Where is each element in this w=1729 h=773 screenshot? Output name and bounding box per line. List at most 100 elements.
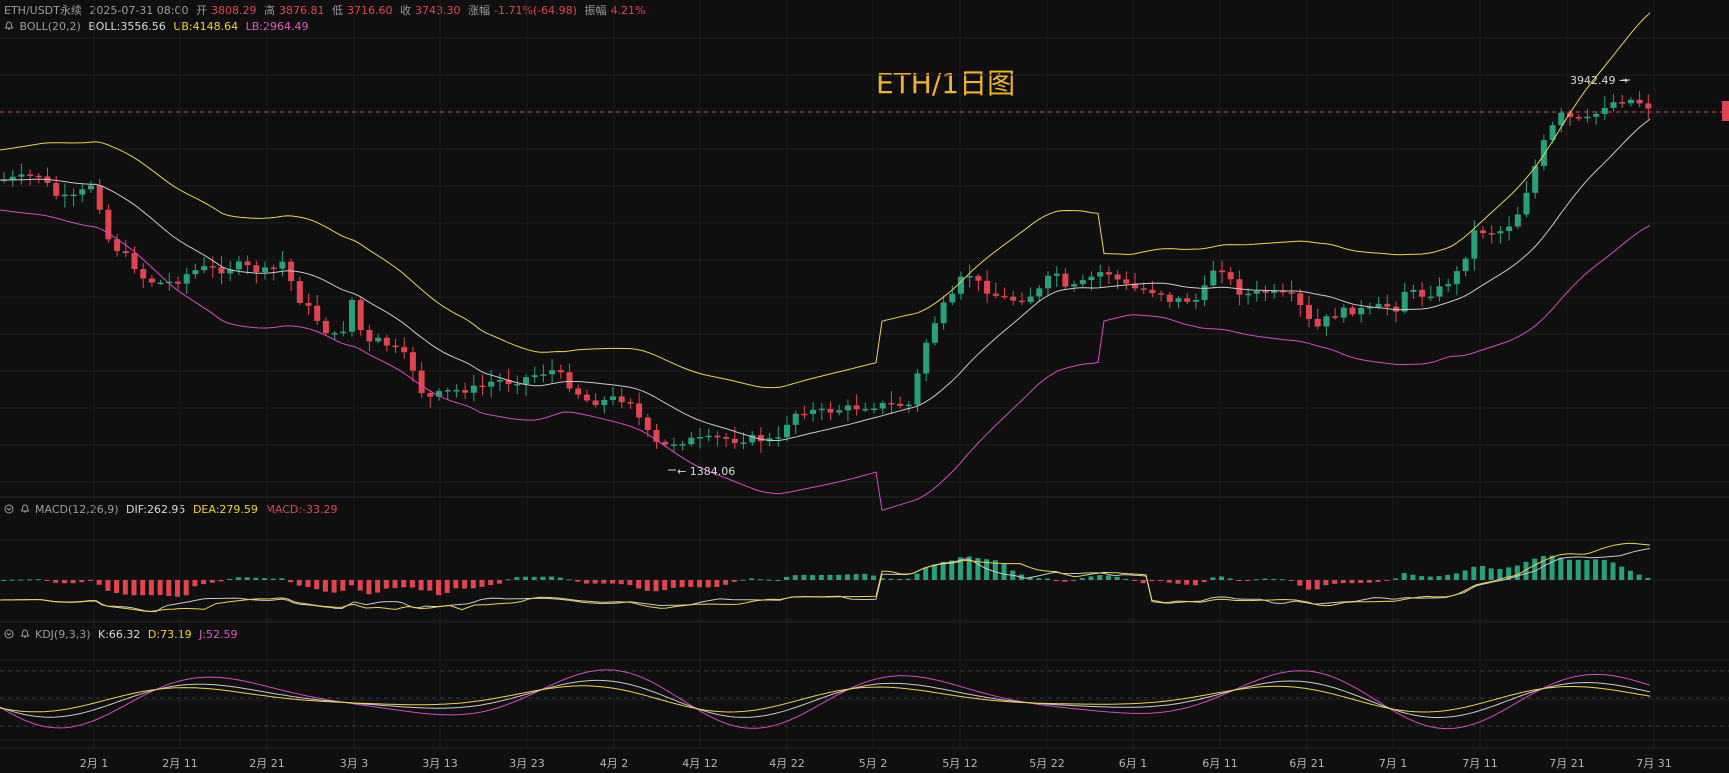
candle-body [1262,291,1269,293]
candle-body [244,261,251,266]
candle-body [1097,272,1104,277]
candle-body [462,389,469,393]
candle-body [366,330,373,342]
macd-bar [1488,568,1494,580]
candle-body [931,323,938,343]
macd-bar [235,577,241,580]
macd-bar [496,580,502,584]
macd-bar [1462,570,1468,580]
macd-bar [131,580,137,596]
candle-body [1088,276,1095,281]
candle-body [70,194,77,197]
candle-body [1506,226,1513,232]
candle-body [1018,300,1025,303]
chart-plot[interactable] [0,0,1729,773]
macd-bar [436,580,441,596]
macd-bar [566,579,572,581]
macd-bar [1636,574,1642,580]
candle-body [549,370,556,375]
candle-body [1253,291,1260,294]
candle-body [444,390,451,392]
kdj-d-line [0,685,1651,713]
macd-bar [1567,559,1572,580]
candle-body [1210,270,1217,286]
macd-bar [679,580,685,588]
macd-bar [418,580,424,591]
macd-bar [305,580,311,587]
macd-bar [531,576,537,580]
macd-bar [1236,580,1242,581]
candle-body [1245,293,1252,296]
macd-bar [383,580,389,589]
x-tick-label: 2月 21 [249,757,285,770]
candle-body [1201,285,1208,300]
candle-body [322,320,329,334]
macd-bar [1158,580,1164,581]
macd-bar [1088,576,1094,580]
macd-bar [862,573,868,580]
candle-body [827,408,834,413]
macd-bar [1514,565,1520,580]
macd-bar [1575,559,1581,580]
macd-bar [201,580,207,585]
candle-body [636,403,643,418]
macd-bar [462,580,468,589]
candle-body [148,278,155,283]
macd-bar [349,580,354,586]
candle-body [757,434,764,442]
macd-bar [749,578,755,580]
boll-mid-line [0,118,1651,442]
candle-body [1323,316,1330,327]
macd-bar [96,580,102,585]
macd-bar [1262,578,1268,580]
candle-body [610,396,616,400]
macd-bar [888,578,894,580]
macd-bar [1140,580,1146,584]
candle-body [314,305,321,321]
macd-bar [1062,580,1068,582]
candle-body [1445,284,1452,287]
macd-bar [1610,562,1616,580]
candle-body [1062,273,1069,287]
macd-bar [549,576,555,580]
macd-bar [905,578,911,580]
candle-body [1297,293,1304,305]
macd-bar [1358,580,1364,584]
candle-body [114,239,121,252]
macd-bar [122,580,128,595]
candle-body [966,276,973,278]
candle-body [131,253,138,270]
candle-body [1453,271,1460,285]
macd-bar [1601,559,1607,580]
macd-bar [740,579,746,581]
macd-bar [1219,576,1224,580]
macd-bar [1419,576,1425,580]
macd-bar [1132,580,1137,581]
macd-bar [375,580,381,593]
candle-body [714,435,721,438]
macd-bar [923,567,929,580]
candle-body [1140,288,1147,290]
macd-bar [1123,578,1129,580]
candle-body [383,337,390,346]
candle-body [1375,303,1382,307]
macd-bar [157,580,163,596]
candle-body [496,379,503,382]
macd-bar [775,579,781,581]
macd-bar [1627,570,1633,580]
macd-bar [670,580,676,588]
candle-body [949,293,956,303]
macd-bar [836,574,842,580]
macd-bar [1645,577,1651,580]
macd-bar [1349,580,1355,584]
candle-body [810,409,817,414]
candle-body [1123,279,1130,284]
macd-bar [1097,575,1103,580]
candle-body [566,372,573,389]
candle-body [401,347,408,353]
candle-body [253,265,260,273]
candle-body [1149,289,1156,294]
macd-bar [357,580,363,591]
candle-body [1419,289,1426,297]
macd-bar [714,580,720,587]
